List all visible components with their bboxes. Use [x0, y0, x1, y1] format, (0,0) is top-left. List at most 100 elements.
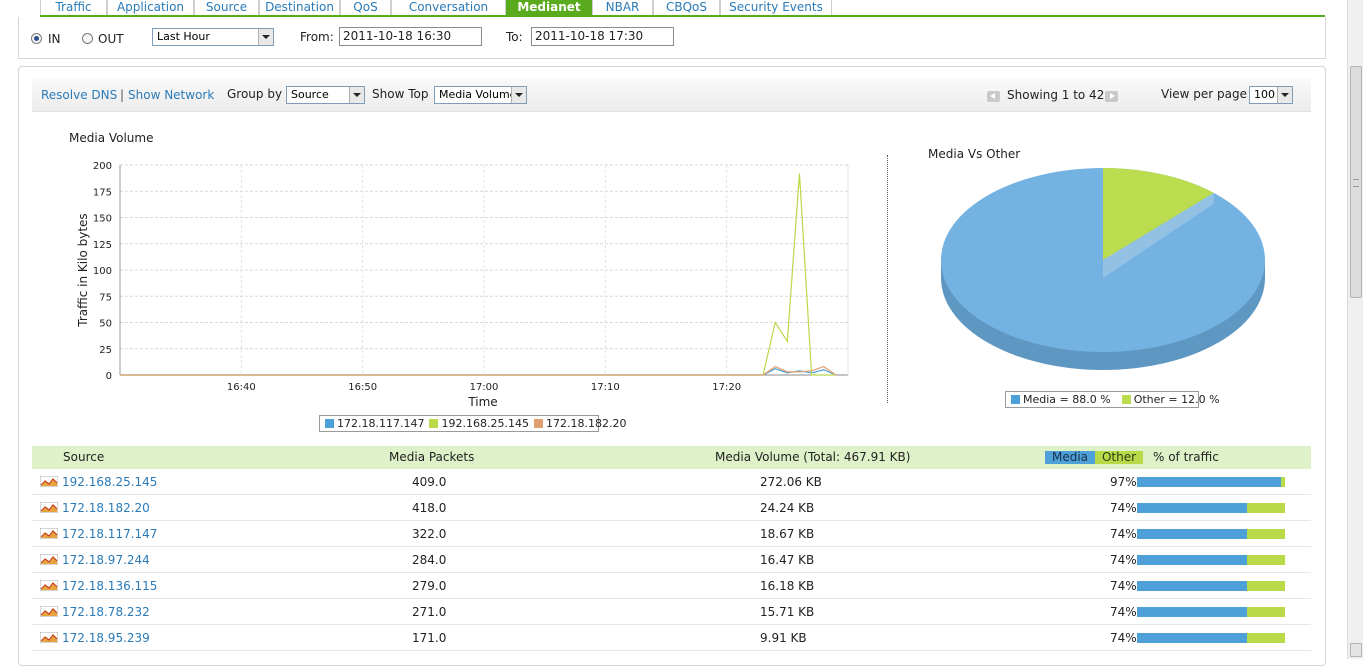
media-share-fill — [1137, 477, 1281, 487]
other-share-fill — [1246, 529, 1285, 539]
next-page-icon[interactable] — [1105, 91, 1118, 102]
show-network-link[interactable]: Show Network — [128, 88, 214, 102]
pie-chart-legend: Media = 88.0 % Other = 12.0 % — [1005, 391, 1220, 408]
source-link[interactable]: 192.168.25.145 — [62, 469, 157, 495]
col-media-volume[interactable]: Media Volume (Total: 467.91 KB) — [715, 446, 910, 469]
trend-chart-icon[interactable] — [40, 632, 58, 643]
chevron-down-icon — [1277, 87, 1292, 103]
series-line-0 — [120, 368, 837, 376]
group-by-value: Source — [291, 88, 329, 101]
out-radio[interactable] — [82, 33, 93, 44]
group-by-select[interactable]: Source — [286, 86, 365, 104]
traffic-share-bar — [1137, 477, 1285, 487]
tab-qos[interactable]: QoS — [340, 0, 391, 15]
tab-cbqos[interactable]: CBQoS — [653, 0, 720, 15]
report-tabs: Traffic Application Source Destination QoS Co… — [40, 0, 1325, 17]
scroll-down-arrow[interactable] — [1350, 643, 1362, 657]
trend-chart-icon[interactable] — [40, 528, 58, 539]
source-link[interactable]: 172.18.117.147 — [62, 521, 157, 547]
table-row: 172.18.78.232 271.0 15.71 KB 74% — [32, 599, 1311, 625]
source-link[interactable]: 172.18.95.239 — [62, 625, 150, 651]
chevron-down-icon — [511, 87, 526, 103]
table-row: 192.168.25.145 409.0 272.06 KB 97% — [32, 469, 1311, 495]
in-label: IN — [48, 32, 61, 46]
series-line-2 — [120, 365, 837, 376]
other-share-fill — [1246, 633, 1285, 643]
y-tick-label: 100 — [93, 266, 112, 277]
trend-chart-icon[interactable] — [40, 502, 58, 513]
percent-traffic-value: 74% — [1110, 579, 1137, 593]
chevron-down-icon — [258, 29, 273, 45]
table-row: 172.18.117.147 322.0 18.67 KB 74% — [32, 521, 1311, 547]
traffic-share-bar — [1137, 503, 1285, 513]
showing-range: Showing 1 to 42 — [1007, 88, 1105, 102]
traffic-share-bar — [1137, 581, 1285, 591]
other-share-fill — [1246, 581, 1285, 591]
chevron-down-icon — [349, 87, 364, 103]
other-share-fill — [1246, 607, 1285, 617]
percent-traffic-value: 74% — [1110, 631, 1137, 645]
chart-divider — [887, 155, 888, 403]
legend-swatch — [325, 419, 334, 428]
resolve-dns-link[interactable]: Resolve DNS — [41, 88, 117, 102]
filter-bar: IN OUT Last Hour From: 2011-10-18 16:30 … — [18, 17, 1326, 59]
from-date-input[interactable]: 2011-10-18 16:30 — [339, 27, 482, 46]
table-row: 172.18.136.115 279.0 16.18 KB 74% — [32, 573, 1311, 599]
tab-security-events[interactable]: Security Events — [720, 0, 832, 15]
media-volume-line-chart: Media Volume Traffic in Kilo bytes Time … — [69, 131, 849, 409]
prev-page-icon[interactable] — [987, 91, 1000, 102]
source-link[interactable]: 172.18.78.232 — [62, 599, 150, 625]
other-share-fill — [1280, 477, 1285, 487]
media-volume-value: 24.24 KB — [760, 501, 815, 515]
x-tick-label: 16:40 — [227, 382, 256, 393]
view-per-page-select[interactable]: 100 — [1249, 86, 1293, 104]
y-tick-label: 150 — [93, 214, 112, 225]
media-volume-value: 18.67 KB — [760, 527, 815, 541]
tab-medianet[interactable]: Medianet — [506, 0, 592, 15]
legend-label: Other = 12.0 % — [1133, 393, 1220, 406]
y-tick-label: 75 — [99, 292, 112, 303]
media-vs-other-pie-chart: Media Vs Other — [928, 147, 1265, 370]
media-volume-value: 272.06 KB — [760, 475, 822, 489]
view-per-page-value: 100 — [1254, 88, 1275, 101]
line-chart-legend: 172.18.117.147 192.168.25.145 172.18.182.2… — [319, 415, 626, 432]
media-volume-value: 16.18 KB — [760, 579, 815, 593]
tab-traffic[interactable]: Traffic — [40, 0, 107, 15]
trend-chart-icon[interactable] — [40, 606, 58, 617]
report-toolbar: Resolve DNS | Show Network Group by Sour… — [32, 78, 1311, 112]
media-share-fill — [1137, 555, 1247, 565]
col-percent-traffic: % of traffic — [1153, 450, 1219, 464]
other-share-fill — [1246, 555, 1285, 565]
legend-label: 192.168.25.145 — [441, 417, 529, 430]
to-date-input[interactable]: 2011-10-18 17:30 — [531, 27, 674, 46]
legend-label: Media = 88.0 % — [1023, 393, 1111, 406]
percent-traffic-value: 74% — [1110, 527, 1137, 541]
trend-chart-icon[interactable] — [40, 580, 58, 591]
tab-destination[interactable]: Destination — [259, 0, 340, 15]
period-select[interactable]: Last Hour — [152, 28, 274, 46]
x-axis-label: Time — [467, 395, 497, 409]
other-share-fill — [1246, 503, 1285, 513]
y-axis-label: Traffic in Kilo bytes — [76, 213, 90, 327]
source-link[interactable]: 172.18.97.244 — [62, 547, 150, 573]
tab-conversation[interactable]: Conversation — [391, 0, 506, 15]
col-source[interactable]: Source — [63, 446, 104, 469]
tab-source[interactable]: Source — [194, 0, 259, 15]
table-row: 172.18.182.20 418.0 24.24 KB 74% — [32, 495, 1311, 521]
legend-other-chip: Other — [1095, 451, 1143, 464]
x-tick-label: 17:20 — [712, 382, 741, 393]
legend-swatch — [1011, 395, 1020, 404]
show-top-select[interactable]: Media Volume — [434, 86, 527, 104]
col-media-packets[interactable]: Media Packets — [389, 446, 474, 469]
tab-application[interactable]: Application — [107, 0, 194, 15]
in-radio[interactable] — [31, 33, 42, 44]
tab-nbar[interactable]: NBAR — [592, 0, 653, 15]
source-link[interactable]: 172.18.136.115 — [62, 573, 157, 599]
trend-chart-icon[interactable] — [40, 554, 58, 565]
media-share-fill — [1137, 503, 1247, 513]
vertical-scrollbar[interactable] — [1347, 0, 1363, 659]
scrollbar-thumb[interactable] — [1350, 66, 1362, 298]
source-link[interactable]: 172.18.182.20 — [62, 495, 150, 521]
from-label: From: — [300, 30, 334, 44]
trend-chart-icon[interactable] — [40, 476, 58, 487]
